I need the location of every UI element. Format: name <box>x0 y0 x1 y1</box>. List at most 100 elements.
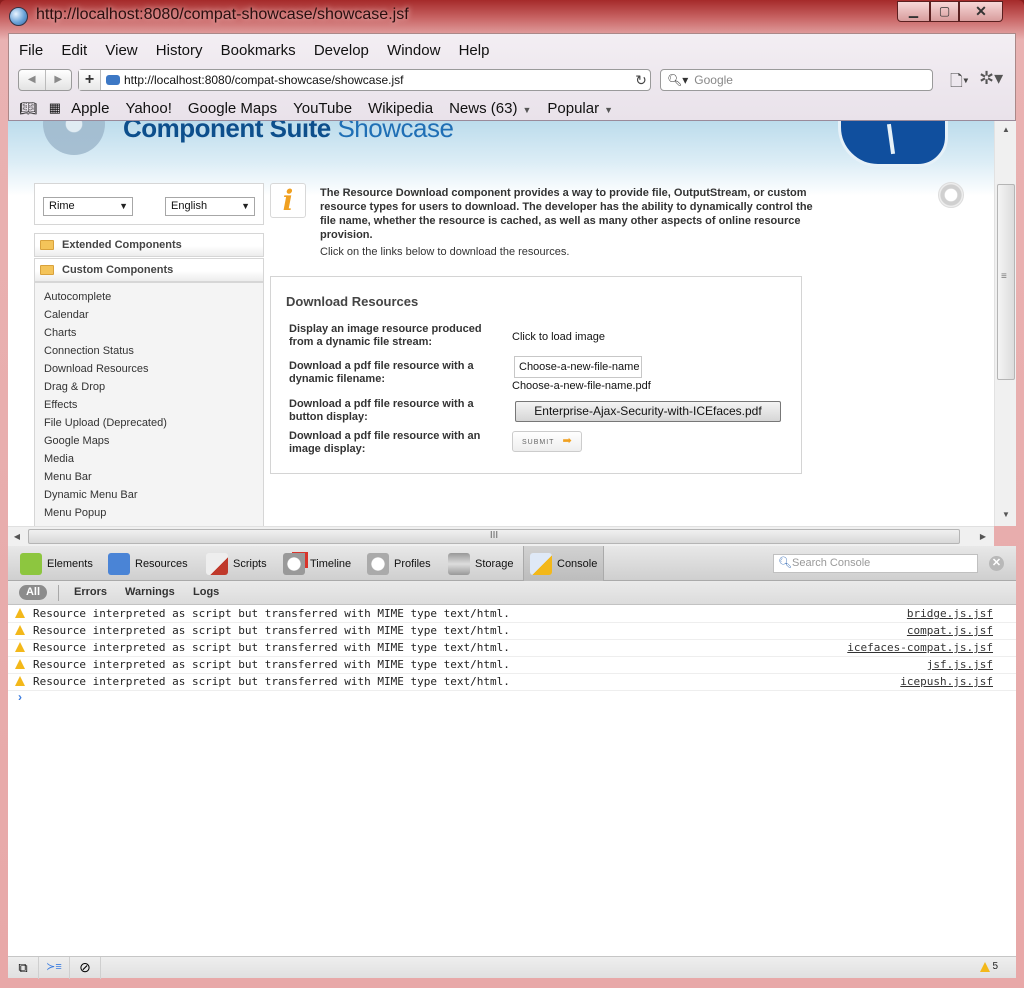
tab-label: Resources <box>135 557 188 570</box>
console-prompt[interactable]: › <box>18 690 22 704</box>
url-input[interactable]: http://localhost:8080/compat-showcase/sh… <box>124 73 632 87</box>
menu-edit[interactable]: Edit <box>61 42 87 59</box>
tab-console[interactable]: Console <box>523 546 605 581</box>
pdf-download-button[interactable]: Enterprise-Ajax-Security-with-ICEfaces.p… <box>515 401 781 422</box>
message-source-link[interactable]: icefaces-compat.js.jsf <box>847 640 993 656</box>
back-button[interactable]: ◀ <box>19 70 46 90</box>
close-inspector-icon[interactable]: ✕ <box>989 556 1004 571</box>
menu-history[interactable]: History <box>156 42 203 59</box>
tab-scripts[interactable]: Scripts <box>206 552 267 575</box>
vertical-scrollbar[interactable]: ▲ ≡ ▼ <box>994 121 1016 526</box>
row-label-image-display: Download a pdf file resource with an ima… <box>289 430 481 455</box>
sidebar-item-file-upload[interactable]: File Upload (Deprecated) <box>44 417 167 429</box>
message-text: Resource interpreted as script but trans… <box>33 675 510 688</box>
accordion-custom-components[interactable]: Custom Components <box>34 258 264 282</box>
top-sites-icon[interactable]: ▦ <box>49 100 61 116</box>
warning-count[interactable]: 5 <box>980 961 998 972</box>
arrow-right-icon: ➡ <box>562 435 573 447</box>
accordion-label: Extended Components <box>62 239 182 251</box>
filter-warnings[interactable]: Warnings <box>125 586 175 598</box>
minimize-button[interactable]: ▁ <box>897 1 930 22</box>
sidebar-list: Autocomplete Calendar Charts Connection … <box>34 282 264 526</box>
load-image-link[interactable]: Click to load image <box>512 331 605 343</box>
bookmark-yahoo[interactable]: Yahoo! <box>125 100 171 117</box>
theme-toggle-icon[interactable] <box>938 182 964 208</box>
maximize-button[interactable]: ▢ <box>930 1 959 22</box>
language-select[interactable]: English ▼ <box>165 197 255 216</box>
dock-icon[interactable]: ⧉ <box>8 957 39 979</box>
menu-bar: File Edit View History Bookmarks Develop… <box>19 42 503 62</box>
sidebar-item-menu-popup[interactable]: Menu Popup <box>44 507 106 519</box>
sidebar-item-google-maps[interactable]: Google Maps <box>44 435 109 447</box>
scroll-down-icon[interactable]: ▼ <box>995 506 1017 524</box>
submit-label: SUBMIT <box>522 439 555 446</box>
submit-image-button[interactable]: SUBMIT ➡ <box>512 431 582 452</box>
accordion-label: Custom Components <box>62 264 174 276</box>
clear-console-icon[interactable]: ⊘ <box>70 957 101 979</box>
theme-select-value: Rime <box>49 200 75 212</box>
message-source-link[interactable]: jsf.js.jsf <box>927 657 993 673</box>
close-button[interactable]: ✕ <box>959 1 1003 22</box>
sidebar-item-connection-status[interactable]: Connection Status <box>44 345 134 357</box>
warning-icon <box>980 961 991 972</box>
menu-develop[interactable]: Develop <box>314 42 369 59</box>
filter-all[interactable]: All <box>19 585 47 600</box>
language-select-value: English <box>171 200 208 212</box>
sidebar-item-dynamic-menu-bar[interactable]: Dynamic Menu Bar <box>44 489 138 501</box>
message-source-link[interactable]: bridge.js.jsf <box>907 606 993 622</box>
message-source-link[interactable]: icepush.js.jsf <box>900 674 993 690</box>
bookmark-youtube[interactable]: YouTube <box>293 100 352 117</box>
filename-input[interactable]: Choose-a-new-file-name <box>514 356 642 378</box>
tab-timeline[interactable]: Timeline <box>283 552 351 575</box>
sidebar-item-drag-drop[interactable]: Drag & Drop <box>44 381 105 393</box>
console-toggle-icon[interactable]: ≻≡ <box>39 957 70 979</box>
settings-gear-icon[interactable]: ✲▾ <box>979 68 1003 89</box>
menu-help[interactable]: Help <box>459 42 490 59</box>
sidebar-item-calendar[interactable]: Calendar <box>44 309 89 321</box>
add-bookmark-button[interactable]: + <box>79 70 101 90</box>
console-message: Resource interpreted as script but trans… <box>8 606 1016 623</box>
bookmark-popular[interactable]: Popular ▼ <box>547 100 613 117</box>
page-menu-icon[interactable]: 🗋▾ <box>950 70 969 97</box>
search-icon[interactable]: 🔍︎▾ <box>667 73 688 87</box>
tab-resources[interactable]: Resources <box>108 552 188 575</box>
menu-file[interactable]: File <box>19 42 43 59</box>
sidebar-item-charts[interactable]: Charts <box>44 327 76 339</box>
search-field[interactable]: 🔍︎▾ Google <box>660 69 933 91</box>
bookmark-wikipedia[interactable]: Wikipedia <box>368 100 433 117</box>
menu-window[interactable]: Window <box>387 42 440 59</box>
filter-errors[interactable]: Errors <box>74 586 107 598</box>
reading-list-icon[interactable]: 📖︎ <box>19 100 37 117</box>
tab-label: Profiles <box>394 557 431 570</box>
tab-profiles[interactable]: Profiles <box>367 552 431 575</box>
message-source-link[interactable]: compat.js.jsf <box>907 623 993 639</box>
horizontal-scrollbar[interactable]: ◀ III ▶ <box>8 526 994 546</box>
forward-button[interactable]: ▶ <box>46 70 72 90</box>
resources-icon <box>108 552 130 575</box>
scroll-left-icon[interactable]: ◀ <box>8 527 26 547</box>
sidebar-item-effects[interactable]: Effects <box>44 399 77 411</box>
tab-storage[interactable]: Storage <box>448 552 514 575</box>
reload-icon[interactable]: ↻ <box>632 72 650 89</box>
bookmark-apple[interactable]: Apple <box>71 100 109 117</box>
sidebar-item-download-resources[interactable]: Download Resources <box>44 363 149 375</box>
scroll-right-icon[interactable]: ▶ <box>974 527 992 547</box>
accordion-extended-components[interactable]: Extended Components <box>34 233 264 257</box>
bookmark-news[interactable]: News (63) ▼ <box>449 100 531 117</box>
description-subtext: Click on the links below to download the… <box>320 246 570 258</box>
sidebar-item-media[interactable]: Media <box>44 453 74 465</box>
tab-elements[interactable]: Elements <box>20 552 93 575</box>
menu-bookmarks[interactable]: Bookmarks <box>221 42 296 59</box>
theme-select[interactable]: Rime ▼ <box>43 197 133 216</box>
vertical-scroll-thumb[interactable]: ≡ <box>997 184 1015 380</box>
sidebar-item-autocomplete[interactable]: Autocomplete <box>44 291 111 303</box>
bookmark-google-maps[interactable]: Google Maps <box>188 100 277 117</box>
horizontal-scroll-thumb[interactable]: III <box>28 529 960 544</box>
scroll-up-icon[interactable]: ▲ <box>995 121 1017 139</box>
console-search-input[interactable]: 🔍︎ Search Console <box>773 554 978 573</box>
menu-view[interactable]: View <box>105 42 137 59</box>
sidebar-item-menu-bar[interactable]: Menu Bar <box>44 471 92 483</box>
filter-logs[interactable]: Logs <box>193 586 219 598</box>
dynamic-filename-link[interactable]: Choose-a-new-file-name.pdf <box>512 380 651 392</box>
inspector-status-bar: ⧉ ≻≡ ⊘ 5 <box>8 956 1016 979</box>
